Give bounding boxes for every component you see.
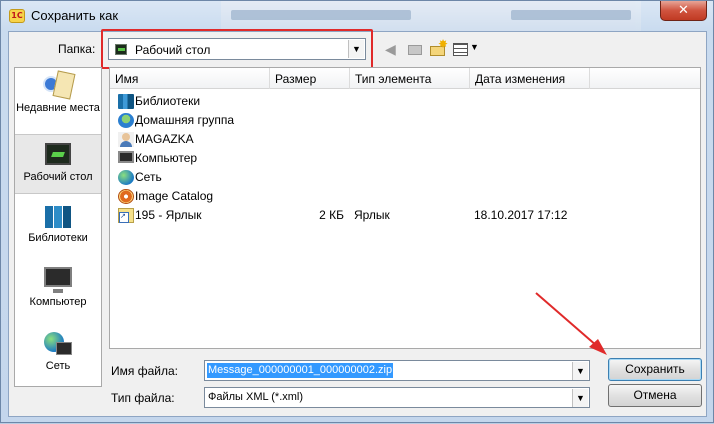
item-name: 195 - Ярлык <box>135 208 202 222</box>
sparkle-icon: ✸ <box>438 37 449 51</box>
column-separator[interactable] <box>269 68 270 89</box>
place-libraries[interactable]: Библиотеки <box>15 202 101 258</box>
user-icon <box>118 132 134 147</box>
filetype-label: Тип файла: <box>111 391 175 405</box>
item-date: 18.10.2017 17:12 <box>474 208 568 222</box>
view-grid-icon <box>453 43 468 56</box>
close-button[interactable]: ✕ <box>660 1 707 21</box>
filetype-select[interactable]: Файлы XML (*.xml) ▼ <box>204 387 590 408</box>
libraries-icon <box>118 94 134 109</box>
network-monitor <box>56 342 72 355</box>
save-button[interactable]: Сохранить <box>608 358 702 381</box>
filename-input[interactable]: Message_000000001_000000002.zip ▼ <box>204 360 590 381</box>
column-type[interactable]: Тип элемента <box>355 72 431 86</box>
list-item[interactable]: Сеть <box>110 168 700 187</box>
up-folder-icon[interactable] <box>407 41 423 57</box>
computer-icon <box>118 151 134 163</box>
place-label: Компьютер <box>29 296 87 308</box>
library-book <box>54 206 62 228</box>
filetype-value: Файлы XML (*.xml) <box>208 391 304 403</box>
back-arrow-icon[interactable]: ◀ <box>385 41 399 57</box>
item-size: 2 КБ <box>319 208 344 222</box>
place-label: Библиотеки <box>28 232 88 244</box>
computer-monitor <box>44 267 72 287</box>
save-as-dialog: 1C Сохранить как ✕ Папка: Рабочий стол ▼… <box>0 0 714 423</box>
filename-label: Имя файла: <box>111 364 178 378</box>
place-desktop[interactable]: Рабочий стол <box>15 134 101 194</box>
new-folder-icon[interactable]: ✸ <box>429 37 448 57</box>
list-item[interactable]: 195 - Ярлык 2 КБ Ярлык 18.10.2017 17:12 <box>110 206 700 225</box>
column-separator[interactable] <box>349 68 350 89</box>
list-item[interactable]: Компьютер <box>110 149 700 168</box>
item-name: Библиотеки <box>135 94 201 108</box>
place-recent[interactable]: Недавние места <box>15 70 101 134</box>
place-label: Сеть <box>45 360 71 372</box>
column-size[interactable]: Размер <box>275 72 316 86</box>
file-list[interactable]: Имя Размер Тип элемента Дата изменения Б… <box>109 67 701 349</box>
place-network[interactable]: Сеть <box>15 330 101 386</box>
network-icon <box>41 330 75 360</box>
view-menu-icon[interactable]: ▼ <box>453 41 479 57</box>
place-computer[interactable]: Компьютер <box>15 266 101 322</box>
recent-places-paper <box>52 70 76 100</box>
folder-label: Папка: <box>58 42 96 56</box>
places-bar: Недавние места Рабочий стол Библиотеки К… <box>14 67 102 387</box>
item-name: MAGAZKA <box>135 132 194 146</box>
item-name: Сеть <box>135 170 162 184</box>
chevron-down-icon: ▼ <box>470 42 479 52</box>
annotation-highlight-frame <box>101 29 373 69</box>
column-separator[interactable] <box>469 68 470 89</box>
library-book <box>45 206 53 228</box>
column-date[interactable]: Дата изменения <box>475 72 565 86</box>
chevron-down-icon[interactable]: ▼ <box>572 362 588 380</box>
cancel-button[interactable]: Отмена <box>608 384 702 407</box>
column-name[interactable]: Имя <box>115 72 138 86</box>
list-item[interactable]: Домашняя группа <box>110 111 700 130</box>
homegroup-icon <box>118 113 134 128</box>
app-1c-icon: 1C <box>9 9 25 23</box>
item-name: Домашняя группа <box>135 113 235 127</box>
up-folder-icon-shape <box>408 45 422 55</box>
computer-icon <box>41 266 75 296</box>
place-label: Рабочий стол <box>23 171 93 183</box>
desktop-icon <box>41 141 75 171</box>
chevron-down-icon[interactable]: ▼ <box>572 389 588 407</box>
library-book <box>63 206 71 228</box>
item-type: Ярлык <box>354 208 390 222</box>
shortcut-icon <box>118 208 134 223</box>
window-title: Сохранить как <box>31 8 119 23</box>
column-separator[interactable] <box>589 68 590 89</box>
list-item[interactable]: Библиотеки <box>110 92 700 111</box>
image-catalog-icon <box>118 189 134 204</box>
computer-stand <box>53 289 63 293</box>
libraries-icon <box>41 202 75 232</box>
list-item[interactable]: MAGAZKA <box>110 130 700 149</box>
file-list-header: Имя Размер Тип элемента Дата изменения <box>110 68 700 89</box>
title-bar[interactable]: 1C Сохранить как ✕ <box>1 1 714 31</box>
desktop-icon-screen <box>45 143 71 165</box>
network-icon <box>118 170 134 185</box>
list-item[interactable]: Image Catalog <box>110 187 700 206</box>
filename-value[interactable]: Message_000000001_000000002.zip <box>207 363 394 378</box>
recent-places-icon <box>41 70 76 102</box>
place-label: Недавние места <box>16 102 100 114</box>
item-name: Image Catalog <box>135 189 214 203</box>
item-name: Компьютер <box>135 151 198 165</box>
